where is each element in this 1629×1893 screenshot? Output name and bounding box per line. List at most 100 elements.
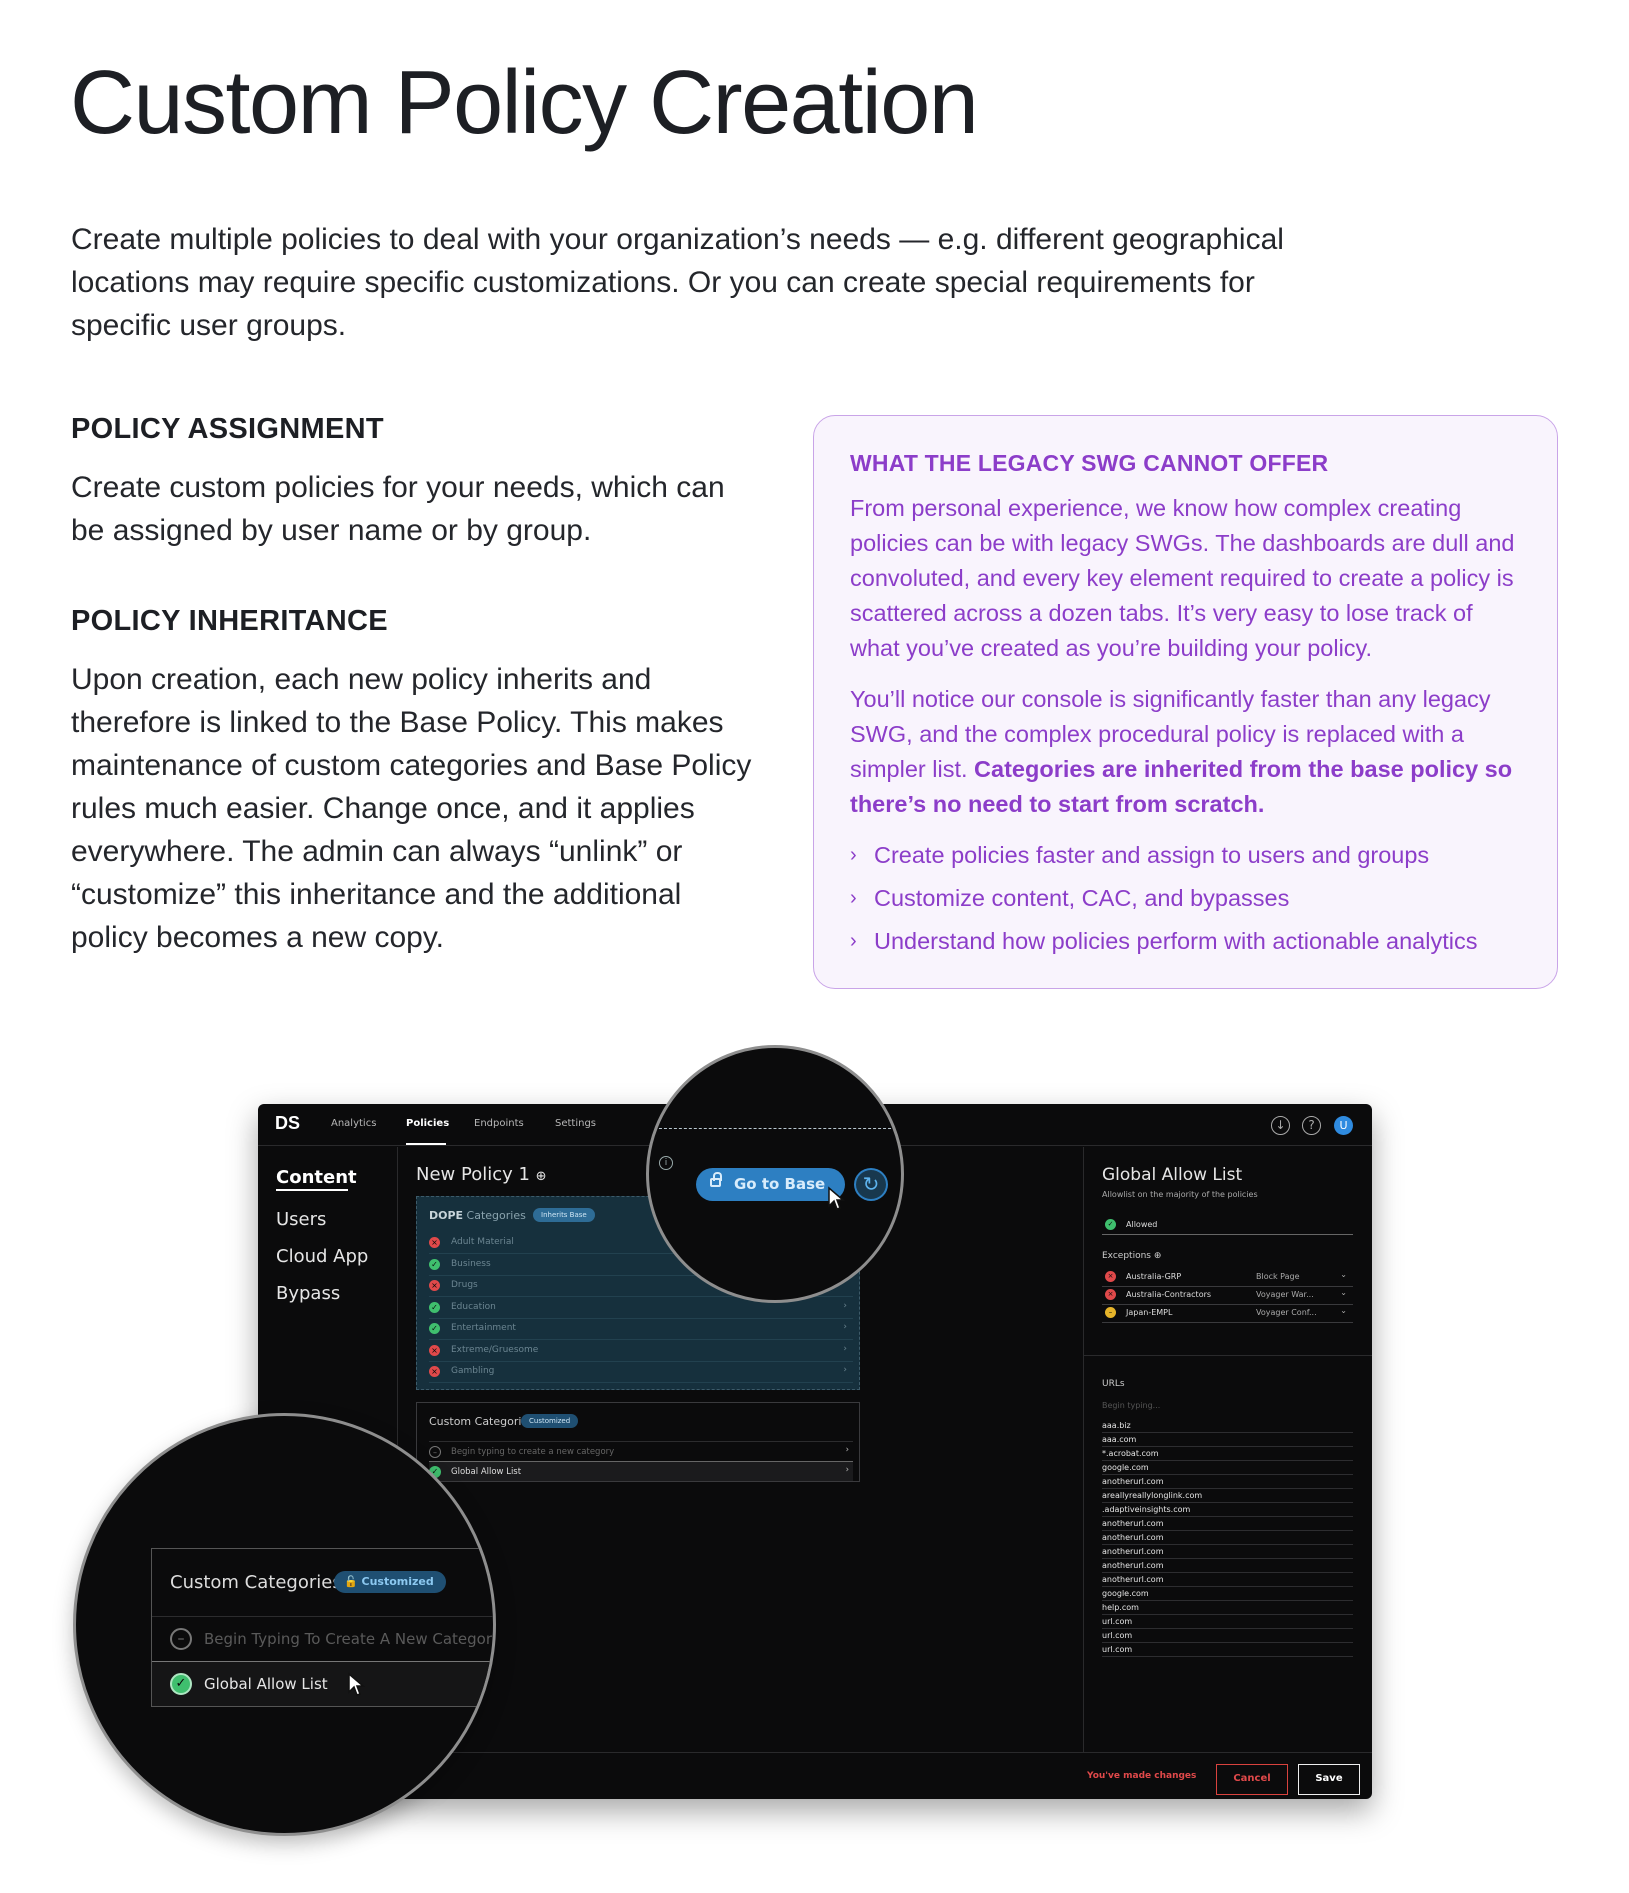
category-label: Business	[451, 1258, 491, 1269]
global-allow-list-label: Global Allow List	[451, 1467, 522, 1477]
zoomed-new-category-input[interactable]: – Begin Typing To Create A New Category	[152, 1616, 493, 1661]
zoomed-global-allow-list-row[interactable]: ✓ Global Allow List	[152, 1661, 493, 1706]
category-row[interactable]: × Extreme/Gruesome ›	[429, 1341, 853, 1362]
exception-row[interactable]: × Australia-GRP Block Page ⌄	[1102, 1269, 1353, 1287]
allowed-label: Allowed	[1126, 1220, 1158, 1229]
category-row[interactable]: ✓ Entertainment ›	[429, 1319, 853, 1340]
chevron-down-icon[interactable]: ⌄	[1340, 1306, 1347, 1315]
url-item: aaa.com	[1102, 1433, 1353, 1447]
category-label: Extreme/Gruesome	[451, 1344, 539, 1355]
callout-bullet: › Understand how policies perform with ac…	[850, 924, 1521, 959]
allowed-row[interactable]: ✓ Allowed	[1102, 1217, 1353, 1235]
exception-value: Voyager War...	[1256, 1290, 1314, 1299]
divider	[1084, 1355, 1372, 1356]
nav-settings[interactable]: Settings	[555, 1118, 596, 1129]
x-circle-icon: ×	[1105, 1271, 1116, 1282]
help-icon[interactable]: ?	[1302, 1116, 1321, 1135]
callout-bullet: › Create policies faster and assign to us…	[850, 838, 1521, 873]
nav-analytics[interactable]: Analytics	[331, 1118, 376, 1129]
url-item: aaa.biz	[1102, 1419, 1353, 1433]
user-avatar[interactable]: U	[1334, 1116, 1353, 1135]
magnifier-custom-categories: Custom Categoriesⓘ 🔓 Customized – Begin …	[73, 1413, 496, 1836]
sidebar-item-content[interactable]: Content	[276, 1167, 357, 1188]
add-circle-icon[interactable]: ⊕	[1154, 1251, 1162, 1261]
chevron-right-icon: ›	[845, 1465, 849, 1475]
exception-label: Australia-Contractors	[1126, 1290, 1212, 1299]
sidebar-item-users[interactable]: Users	[276, 1209, 326, 1230]
cursor-icon	[828, 1186, 845, 1210]
zoomed-item-label: Global Allow List	[204, 1675, 328, 1693]
callout-bullet-text: Understand how policies perform with act…	[874, 928, 1478, 954]
check-circle-icon: ✓	[1105, 1219, 1116, 1230]
refresh-icon[interactable]: ↻	[854, 1168, 888, 1201]
url-item: url.com	[1102, 1629, 1353, 1643]
url-item: .adaptiveinsights.com	[1102, 1503, 1353, 1517]
new-category-placeholder: Begin typing to create a new category	[451, 1447, 615, 1457]
chevron-down-icon[interactable]: ⌄	[1340, 1270, 1347, 1279]
add-circle-icon[interactable]: ⊕	[536, 1169, 547, 1184]
lock-icon	[710, 1172, 722, 1187]
x-circle-icon: ×	[429, 1366, 440, 1377]
url-item: url.com	[1102, 1643, 1353, 1657]
callout-bullet-text: Customize content, CAC, and bypasses	[874, 885, 1290, 911]
x-circle-icon: ×	[429, 1344, 440, 1356]
chevron-down-icon[interactable]: ⌄	[1340, 1288, 1347, 1297]
url-item: help.com	[1102, 1601, 1353, 1615]
policy-title: New Policy 1 ⊕	[416, 1164, 547, 1185]
exception-label: Australia-GRP	[1126, 1272, 1182, 1281]
url-item: anotherurl.com	[1102, 1475, 1353, 1489]
chevron-right-icon: ›	[843, 1343, 847, 1354]
go-to-base-button[interactable]: Go to Base	[696, 1168, 845, 1201]
url-item: anotherurl.com	[1102, 1545, 1353, 1559]
callout-paragraph-1: From personal experience, we know how co…	[850, 495, 1515, 661]
go-to-base-label: Go to Base	[734, 1175, 826, 1193]
zoomed-custom-categories-panel: Custom Categoriesⓘ 🔓 Customized – Begin …	[151, 1548, 493, 1707]
policy-assignment-body: Create custom policies for your needs, w…	[71, 471, 725, 547]
callout-bullet: › Customize content, CAC, and bypasses	[850, 881, 1521, 916]
nav-policies[interactable]: Policies	[406, 1118, 449, 1129]
unsaved-changes-text: You've made changes	[1087, 1771, 1197, 1781]
sidebar-item-bypass[interactable]: Bypass	[276, 1283, 340, 1304]
urls-input[interactable]: Begin typing...	[1102, 1401, 1160, 1410]
chevron-right-icon: ›	[843, 1300, 847, 1311]
exceptions-label-text: Exceptions	[1102, 1251, 1151, 1261]
dope-panel-title: DOPE Categories	[429, 1209, 526, 1222]
download-icon[interactable]: ↓	[1271, 1116, 1290, 1135]
exception-label: Japan-EMPL	[1126, 1308, 1173, 1317]
minus-circle-icon: –	[1105, 1307, 1116, 1318]
dashed-divider	[649, 1128, 901, 1129]
x-circle-icon: ×	[1105, 1289, 1116, 1300]
chevron-right-icon: ›	[850, 887, 857, 909]
url-item: anotherurl.com	[1102, 1531, 1353, 1545]
check-circle-icon: ✓	[429, 1301, 440, 1313]
policy-inheritance-body: Upon creation, each new policy inherits …	[71, 663, 752, 954]
chevron-right-icon: ›	[850, 930, 857, 952]
sidebar-item-cloud-app[interactable]: Cloud App	[276, 1246, 368, 1267]
x-circle-icon: ×	[429, 1280, 440, 1291]
new-category-input[interactable]: – Begin typing to create a new category …	[429, 1441, 853, 1461]
url-item: anotherurl.com	[1102, 1573, 1353, 1587]
cancel-button[interactable]: Cancel	[1216, 1764, 1288, 1795]
zoomed-customized-badge: 🔓 Customized	[334, 1571, 446, 1593]
category-row[interactable]: × Gambling ›	[429, 1362, 853, 1383]
policy-title-text: New Policy 1	[416, 1164, 530, 1185]
right-panel-title: Global Allow List	[1102, 1165, 1243, 1185]
category-label: Gambling	[451, 1366, 495, 1376]
inherits-base-badge: Inherits Base	[533, 1208, 595, 1222]
global-allow-list-panel: Global Allow List Allowlist on the major…	[1083, 1147, 1372, 1752]
intro-paragraph: Create multiple policies to deal with yo…	[71, 223, 1284, 342]
chevron-right-icon: ›	[843, 1365, 847, 1375]
url-item: google.com	[1102, 1461, 1353, 1475]
dope-title-bold: DOPE	[429, 1209, 464, 1222]
zoomed-badge-text: Customized	[361, 1575, 434, 1588]
right-panel-subtitle: Allowlist on the majority of the policie…	[1102, 1190, 1258, 1199]
save-button[interactable]: Save	[1298, 1764, 1360, 1795]
global-allow-list-row[interactable]: ✓ Global Allow List ›	[429, 1461, 853, 1481]
exceptions-label: Exceptions ⊕	[1102, 1251, 1161, 1261]
url-item: *.acrobat.com	[1102, 1447, 1353, 1461]
x-circle-icon: ×	[429, 1237, 440, 1248]
nav-endpoints[interactable]: Endpoints	[474, 1118, 524, 1129]
callout-paragraph-2: You’ll notice our console is significant…	[850, 682, 1521, 822]
exception-row[interactable]: – Japan-EMPL Voyager Conf... ⌄	[1102, 1305, 1353, 1323]
exception-row[interactable]: × Australia-Contractors Voyager War... ⌄	[1102, 1287, 1353, 1305]
